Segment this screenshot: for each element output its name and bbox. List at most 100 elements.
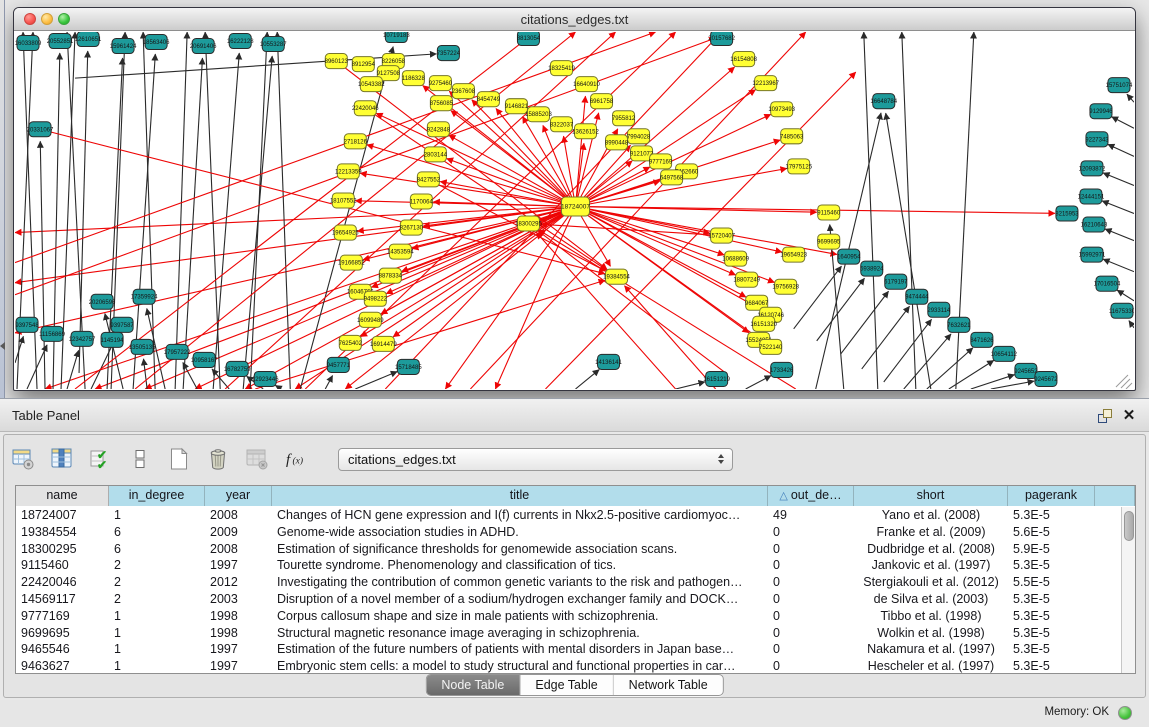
row-select-icon[interactable]: ✔✔ bbox=[88, 445, 115, 473]
network-window-title: citations_edges.txt bbox=[14, 8, 1135, 31]
column-header-name[interactable]: name bbox=[16, 486, 109, 506]
cell-pagerank: 5.3E-5 bbox=[1008, 641, 1095, 658]
table-selector-dropdown[interactable]: citations_edges.txt bbox=[338, 448, 733, 471]
column-header-title[interactable]: title bbox=[272, 486, 768, 506]
svg-text:f: f bbox=[286, 452, 292, 468]
graph-node-label: 8427552 bbox=[417, 177, 441, 183]
cell-out_degree: 0 bbox=[768, 591, 854, 608]
cell-out_degree: 0 bbox=[768, 541, 854, 558]
graph-node-label: 9498222 bbox=[364, 297, 388, 303]
column-header-out_degree[interactable]: △out_de… bbox=[768, 486, 854, 506]
graph-node-label: 7632621 bbox=[947, 323, 971, 329]
table-row[interactable]: 977716911998Corpus callosum shape and si… bbox=[16, 608, 1121, 625]
citation-edge bbox=[205, 32, 220, 389]
graph-node-label: 10719183 bbox=[383, 33, 410, 39]
table-row[interactable]: 946554611997Estimation of the future num… bbox=[16, 641, 1121, 658]
graph-node-label: 10958167 bbox=[191, 358, 218, 364]
table-row[interactable]: 946362711997Embryonic stem cells: a mode… bbox=[16, 658, 1121, 674]
graph-node-label: 16222128 bbox=[227, 39, 254, 45]
graph-node-label: 15885203 bbox=[525, 112, 552, 118]
cell-name: 9465546 bbox=[16, 641, 109, 658]
table-toolbar: ✔✔ f(x) citations_edges.txt bbox=[10, 441, 733, 477]
cell-out_degree: 0 bbox=[768, 625, 854, 642]
network-window-titlebar[interactable]: citations_edges.txt bbox=[14, 8, 1135, 31]
graph-node-label: 1170064 bbox=[410, 199, 434, 205]
cell-pagerank: 5.3E-5 bbox=[1008, 507, 1095, 524]
graph-node-label: 22420046 bbox=[352, 106, 379, 112]
graph-node-label: 13626152 bbox=[572, 129, 599, 135]
graph-node-label: 16914479 bbox=[370, 342, 397, 348]
citation-edge bbox=[949, 360, 994, 389]
cell-in_degree: 1 bbox=[109, 625, 205, 642]
citation-edge bbox=[886, 113, 931, 389]
citation-edge bbox=[1103, 173, 1134, 186]
citation-edge bbox=[904, 334, 951, 389]
table-row[interactable]: 1830029562008Estimation of significance … bbox=[16, 541, 1121, 558]
cell-pagerank: 5.9E-5 bbox=[1008, 541, 1095, 558]
table-row[interactable]: 969969511998Structural magnetic resonanc… bbox=[16, 625, 1121, 642]
cell-year: 2003 bbox=[205, 591, 272, 608]
column-header-short[interactable]: short bbox=[854, 486, 1008, 506]
cell-in_degree: 6 bbox=[109, 541, 205, 558]
table-row[interactable]: 1872400712008Changes of HCN gene express… bbox=[16, 507, 1121, 524]
resize-grip-icon[interactable] bbox=[1116, 375, 1132, 389]
network-canvas[interactable]: 1872400718300295193845549115460160338092… bbox=[15, 32, 1134, 389]
citation-edge bbox=[67, 350, 79, 389]
tab-network-table[interactable]: Network Table bbox=[614, 675, 723, 695]
column-visibility-icon[interactable] bbox=[49, 445, 76, 473]
graph-node-label: 9699695 bbox=[817, 240, 841, 246]
graph-node-label: 9684067 bbox=[745, 301, 769, 307]
citation-edge bbox=[576, 114, 771, 206]
graph-node-label: 15718485 bbox=[395, 365, 422, 371]
column-header-year[interactable]: year bbox=[205, 486, 272, 506]
table-row[interactable]: 911546021997Tourette syndrome. Phenomeno… bbox=[16, 557, 1121, 574]
table-row[interactable]: 2242004622012Investigating the contribut… bbox=[16, 574, 1121, 591]
splitter-collapse-icon[interactable] bbox=[0, 342, 5, 350]
cell-out_degree: 0 bbox=[768, 658, 854, 674]
control-panel-splitter[interactable] bbox=[0, 0, 5, 398]
svg-text:✔: ✔ bbox=[97, 458, 107, 471]
tab-node-table[interactable]: Node Table bbox=[426, 675, 520, 695]
table-settings-icon[interactable] bbox=[10, 445, 37, 473]
graph-node-label: 12444151 bbox=[1078, 194, 1105, 200]
network-desktop: citations_edges.txt 18724007183002951938… bbox=[0, 0, 1149, 398]
tab-edge-table[interactable]: Edge Table bbox=[520, 675, 613, 695]
clear-selection-icon[interactable] bbox=[127, 445, 154, 473]
citation-edge bbox=[676, 382, 705, 389]
graph-node-label: 19166852 bbox=[338, 261, 365, 267]
table-row[interactable]: 1938455462009Genome-wide association stu… bbox=[16, 524, 1121, 541]
column-header-pagerank[interactable]: pagerank bbox=[1008, 486, 1095, 506]
vertical-scrollbar[interactable] bbox=[1121, 507, 1135, 673]
float-window-icon[interactable] bbox=[1097, 408, 1113, 424]
graph-node-label: 17975125 bbox=[785, 164, 812, 170]
graph-node-label: 9146821 bbox=[505, 104, 529, 110]
delete-rows-icon[interactable] bbox=[205, 445, 232, 473]
close-panel-icon[interactable]: ✕ bbox=[1120, 406, 1138, 426]
citation-edge bbox=[79, 51, 88, 373]
cell-short: Tibbo et al. (1998) bbox=[854, 608, 1008, 625]
network-window[interactable]: citations_edges.txt 18724007183002951938… bbox=[13, 7, 1136, 391]
graph-node-label: 15992971 bbox=[1079, 253, 1106, 259]
cell-pagerank: 5.5E-5 bbox=[1008, 574, 1095, 591]
column-header-in_degree[interactable]: in_degree bbox=[109, 486, 205, 506]
dropdown-arrows-icon bbox=[714, 454, 732, 464]
cell-pagerank: 5.3E-5 bbox=[1008, 591, 1095, 608]
graph-node-label: 1733426 bbox=[770, 368, 794, 374]
delete-table-icon[interactable] bbox=[244, 445, 271, 473]
new-table-icon[interactable] bbox=[166, 445, 193, 473]
table-row[interactable]: 1456911722003Disruption of a novel membe… bbox=[16, 591, 1121, 608]
memory-status-label: Memory: OK bbox=[1044, 706, 1109, 718]
citation-edge bbox=[40, 129, 605, 273]
cell-out_degree: 0 bbox=[768, 608, 854, 625]
graph-node-label: 7625402 bbox=[339, 341, 363, 347]
cell-name: 9463627 bbox=[16, 658, 109, 674]
graph-node-label: 9457771 bbox=[327, 363, 351, 369]
citation-edge bbox=[971, 375, 1015, 389]
scrollbar-thumb[interactable] bbox=[1124, 511, 1134, 541]
citation-network-graph[interactable]: 1872400718300295193845549115460160338092… bbox=[15, 32, 1134, 389]
graph-node-label: 12093872 bbox=[1079, 166, 1106, 172]
graph-node-label: 7955812 bbox=[612, 116, 636, 122]
cell-title: Embryonic stem cells: a model to study s… bbox=[272, 658, 768, 674]
citation-edge bbox=[1108, 144, 1134, 156]
function-builder-icon[interactable]: f(x) bbox=[283, 445, 310, 473]
